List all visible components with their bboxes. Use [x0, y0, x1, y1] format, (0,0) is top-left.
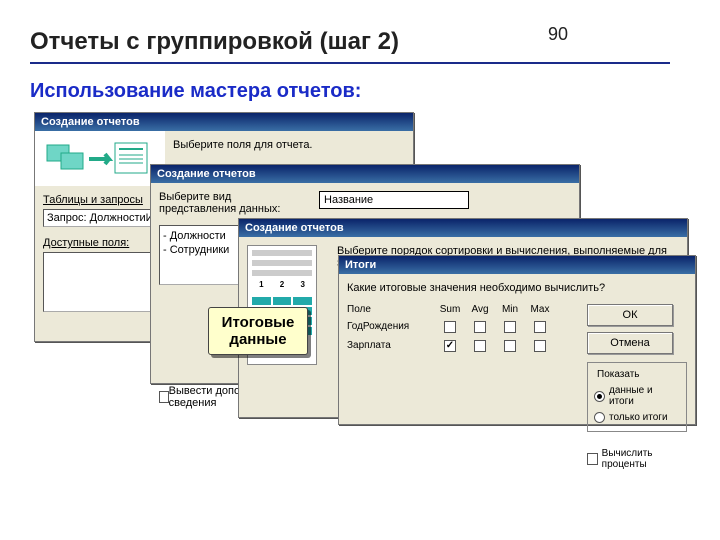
max-checkbox[interactable]: [534, 321, 546, 333]
table-row: Зарплата: [347, 338, 579, 353]
callout-summary-data: Итоговые данные: [208, 307, 308, 355]
radio-totals-only[interactable]: только итоги: [594, 412, 680, 423]
window-title: Создание отчетов: [35, 113, 413, 131]
window-title: Итоги: [339, 256, 695, 274]
max-checkbox[interactable]: [534, 340, 546, 352]
sum-checkbox[interactable]: [444, 321, 456, 333]
totals-question: Какие итоговые значения необходимо вычис…: [347, 282, 687, 294]
avg-checkbox[interactable]: [474, 340, 486, 352]
cancel-button[interactable]: Отмена: [587, 332, 673, 354]
callout-line: данные: [219, 331, 297, 348]
window-title: Создание отчетов: [239, 219, 687, 237]
max-header: Max: [525, 304, 555, 315]
slide-title: Отчеты с группировкой (шаг 2): [30, 28, 399, 56]
avg-checkbox[interactable]: [474, 321, 486, 333]
title-divider: [30, 62, 670, 64]
percent-label: Вычислить проценты: [602, 448, 687, 470]
wizard-art-icon: [35, 131, 165, 186]
name-field-box: Название: [319, 191, 469, 209]
min-checkbox[interactable]: [504, 340, 516, 352]
min-header: Min: [495, 304, 525, 315]
checkbox-icon: [159, 391, 169, 403]
show-group: Показать данные и итоги только итоги: [587, 362, 687, 432]
view-instruction: Выберите вид представления данных:: [159, 191, 309, 215]
percent-checkbox-row[interactable]: Вычислить проценты: [587, 448, 687, 470]
field-column-header: Поле: [347, 304, 435, 315]
radio-label: данные и итоги: [609, 385, 680, 407]
radio-data-and-totals[interactable]: данные и итоги: [594, 385, 680, 407]
preview-num: 1: [252, 280, 271, 289]
min-checkbox[interactable]: [504, 321, 516, 333]
page-number: 90: [548, 24, 568, 45]
field-name: Зарплата: [347, 340, 435, 351]
avg-header: Avg: [465, 304, 495, 315]
radio-label: только итоги: [609, 412, 668, 423]
slide-subtitle: Использование мастера отчетов:: [30, 80, 361, 103]
preview-num: 3: [293, 280, 312, 289]
preview-num: 2: [273, 280, 292, 289]
radio-icon: [594, 412, 605, 423]
show-legend: Показать: [594, 369, 643, 380]
field-name: ГодРождения: [347, 321, 435, 332]
checkbox-icon: [587, 453, 598, 465]
totals-dialog: Итоги Какие итоговые значения необходимо…: [338, 255, 696, 425]
sum-header: Sum: [435, 304, 465, 315]
table-row: ГодРождения: [347, 319, 579, 334]
callout-line: Итоговые: [219, 314, 297, 331]
totals-table: Поле Sum Avg Min Max ГодРождения Зарплат…: [347, 304, 579, 470]
radio-icon: [594, 391, 605, 402]
ok-button[interactable]: ОК: [587, 304, 673, 326]
window-title: Создание отчетов: [151, 165, 579, 183]
sum-checkbox[interactable]: [444, 340, 456, 352]
